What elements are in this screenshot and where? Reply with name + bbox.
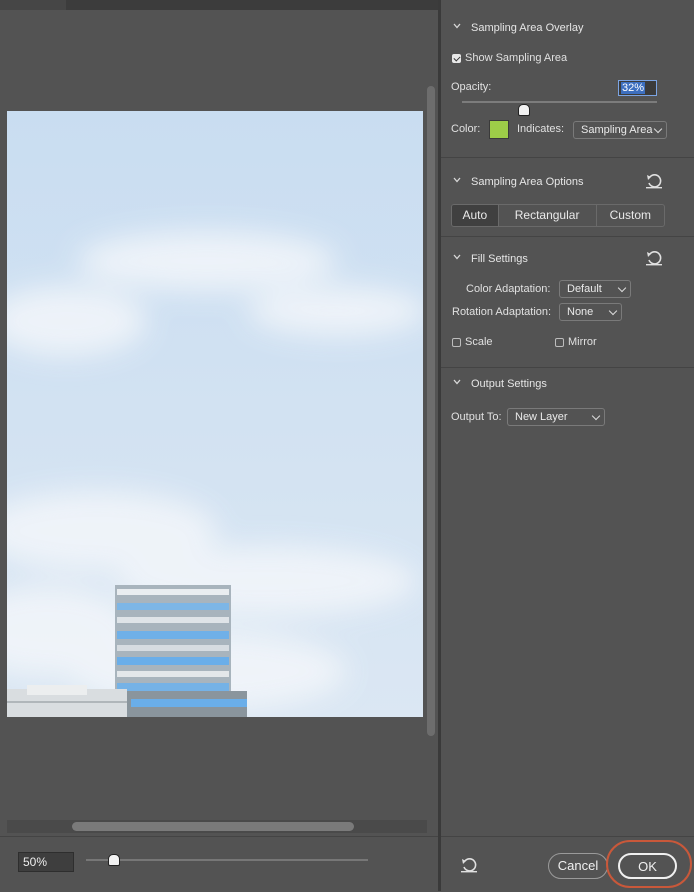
content-aware-fill-panel: Sampling Area Overlay Show Sampling Area… [441,0,694,891]
scale-label: Scale [465,336,493,348]
section-header-sampling-overlay[interactable]: Sampling Area Overlay [441,17,694,39]
ok-button[interactable]: OK [618,853,677,879]
chevron-down-icon[interactable] [453,379,461,387]
reset-all-icon[interactable] [460,857,478,873]
sky-buildings-image [7,111,423,717]
section-header-output-settings[interactable]: Output Settings [441,373,694,395]
color-adaptation-label: Color Adaptation: [466,283,551,295]
caret-down-icon [608,306,618,316]
output-to-dropdown[interactable]: New Layer [507,408,605,426]
color-adaptation-dropdown[interactable]: Default [559,280,631,298]
segment-rectangular[interactable]: Rectangular [499,205,597,226]
output-to-value: New Layer [515,411,568,423]
reset-icon[interactable] [645,173,663,189]
document-tab [66,0,438,10]
opacity-input[interactable]: 32% [618,80,657,96]
section-title: Output Settings [471,378,547,390]
reset-icon[interactable] [645,250,663,266]
vertical-scrollbar[interactable] [427,86,435,736]
rotation-adaptation-dropdown[interactable]: None [559,303,622,321]
cancel-button[interactable]: Cancel [548,853,608,879]
show-sampling-area-checkbox[interactable] [452,54,461,63]
caret-down-icon [617,283,627,293]
chevron-down-icon[interactable] [453,177,461,185]
indicates-label: Indicates: [517,123,565,135]
output-to-label: Output To: [451,411,502,423]
section-divider [441,157,694,158]
color-adaptation-value: Default [567,283,602,295]
section-title: Sampling Area Options [471,176,584,188]
opacity-value: 32% [621,82,646,94]
rotation-adaptation-value: None [567,306,594,318]
caret-down-icon [653,124,663,134]
show-sampling-area-label: Show Sampling Area [465,52,568,64]
opacity-label: Opacity: [451,81,492,93]
mirror-checkbox[interactable] [555,338,564,347]
sampling-mode-segmented-control: Auto Rectangular Custom [451,204,665,227]
preview-top-bar [0,0,438,10]
indicates-dropdown[interactable]: Sampling Area [573,121,667,139]
mirror-label: Mirror [568,336,597,348]
zoom-input[interactable]: 50% [18,852,74,872]
section-divider [441,236,694,237]
zoom-slider-track[interactable] [86,859,368,861]
preview-canvas-image[interactable] [7,111,423,717]
rotation-adaptation-label: Rotation Adaptation: [452,306,552,318]
horizontal-scrollbar[interactable] [72,822,354,831]
section-title: Fill Settings [471,253,528,265]
segment-auto[interactable]: Auto [452,205,499,226]
segment-custom[interactable]: Custom [597,205,664,226]
overlay-color-swatch[interactable] [489,120,509,139]
section-divider [441,367,694,368]
scale-checkbox[interactable] [452,338,461,347]
caret-down-icon [591,411,601,421]
chevron-down-icon[interactable] [453,23,461,31]
section-title: Sampling Area Overlay [471,22,584,34]
color-label: Color: [451,123,481,135]
opacity-slider-track[interactable] [462,101,657,103]
indicates-value: Sampling Area [581,124,653,136]
chevron-down-icon[interactable] [453,254,461,262]
